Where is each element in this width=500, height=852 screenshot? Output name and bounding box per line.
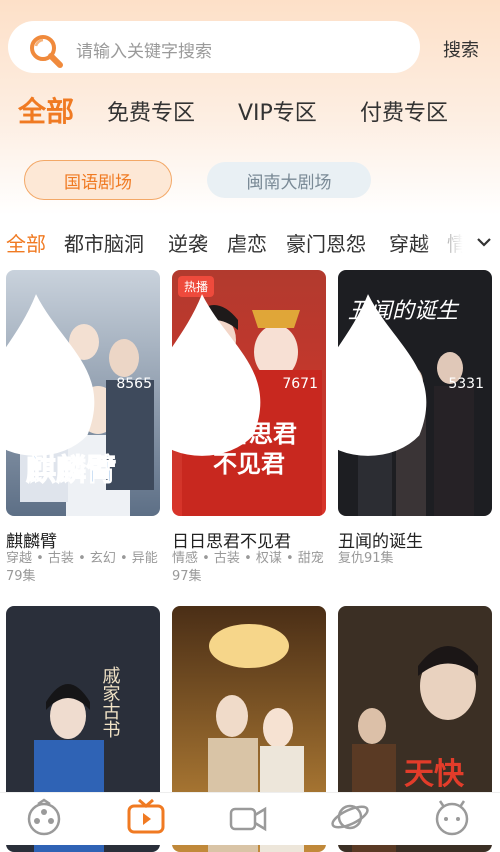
top-tab-all[interactable]: 全部: [18, 90, 74, 130]
drama-card[interactable]: 麒麟臂 8565 麒麟臂 穿越 • 古装 • 玄幻 • 异能79集: [6, 270, 160, 590]
view-count-value: 7671: [282, 376, 318, 392]
poster-image[interactable]: 麒麟臂 8565: [6, 270, 160, 516]
theater-mandarin-button[interactable]: 国语剧场: [24, 160, 172, 200]
view-count: 5331: [338, 270, 484, 507]
drama-card[interactable]: 天快: [338, 606, 492, 852]
view-count-value: 8565: [116, 376, 152, 392]
category-comeback[interactable]: 逆袭: [168, 228, 208, 257]
top-tab-vip[interactable]: VIP专区: [238, 95, 317, 127]
card-tags: 复仇91集: [338, 551, 394, 566]
poster-image[interactable]: 日日思君 不见君 热播 7671: [172, 270, 326, 516]
chevron-down-icon[interactable]: [474, 232, 494, 252]
profile-face-icon[interactable]: [432, 797, 472, 837]
search-placeholder: 请输入关键字搜索: [76, 42, 212, 62]
top-tab-paid[interactable]: 付费专区: [360, 95, 448, 127]
flame-icon: [172, 294, 261, 456]
card-title[interactable]: 日日思君不见君: [172, 527, 291, 552]
view-count-value: 5331: [448, 376, 484, 392]
category-all[interactable]: 全部: [6, 228, 46, 257]
card-title[interactable]: 丑闻的诞生: [338, 527, 423, 552]
bottom-tab-bar: [0, 792, 500, 845]
poster-title-art: 戚家古书: [100, 666, 121, 738]
card-title[interactable]: 麒麟臂: [6, 527, 57, 552]
view-count: 7671: [172, 270, 318, 507]
theater-minnan-button[interactable]: 闽南大剧场: [207, 162, 371, 198]
card-tags: 情感 • 古装 • 权谋 • 甜宠97集: [172, 551, 324, 584]
video-camera-icon[interactable]: [228, 797, 268, 837]
top-tab-free[interactable]: 免费专区: [107, 95, 195, 127]
flame-icon: [338, 294, 427, 456]
search-icon: [30, 35, 63, 68]
drama-card[interactable]: [172, 606, 326, 852]
view-count: 8565: [6, 270, 152, 507]
category-bar: 全部 都市脑洞 逆袭 虐恋 豪门恩怨 穿越 情感: [0, 225, 468, 259]
drama-card[interactable]: 丑闻的诞生 5331 丑闻的诞生 复仇91集: [338, 270, 492, 590]
drama-card[interactable]: 日日思君 不见君 热播 7671 日日思君不见君 情感 • 古装 • 权谋 • …: [172, 270, 326, 590]
search-button[interactable]: 搜索: [443, 36, 479, 62]
planet-icon[interactable]: [330, 797, 370, 837]
poster-image[interactable]: 丑闻的诞生 5331: [338, 270, 492, 516]
poster-title-art: 天快: [404, 757, 465, 792]
category-urban[interactable]: 都市脑洞: [64, 228, 144, 257]
category-wealthy-family[interactable]: 豪门恩怨: [286, 228, 366, 257]
search-input[interactable]: 请输入关键字搜索: [8, 21, 420, 73]
film-reel-icon[interactable]: [24, 797, 64, 837]
category-angst[interactable]: 虐恋: [227, 228, 267, 257]
tv-play-icon[interactable]: [126, 797, 166, 837]
drama-card[interactable]: 戚家古书: [6, 606, 160, 852]
category-fade: [420, 225, 470, 259]
card-tags: 穿越 • 古装 • 玄幻 • 异能79集: [6, 551, 158, 584]
flame-icon: [6, 294, 95, 456]
